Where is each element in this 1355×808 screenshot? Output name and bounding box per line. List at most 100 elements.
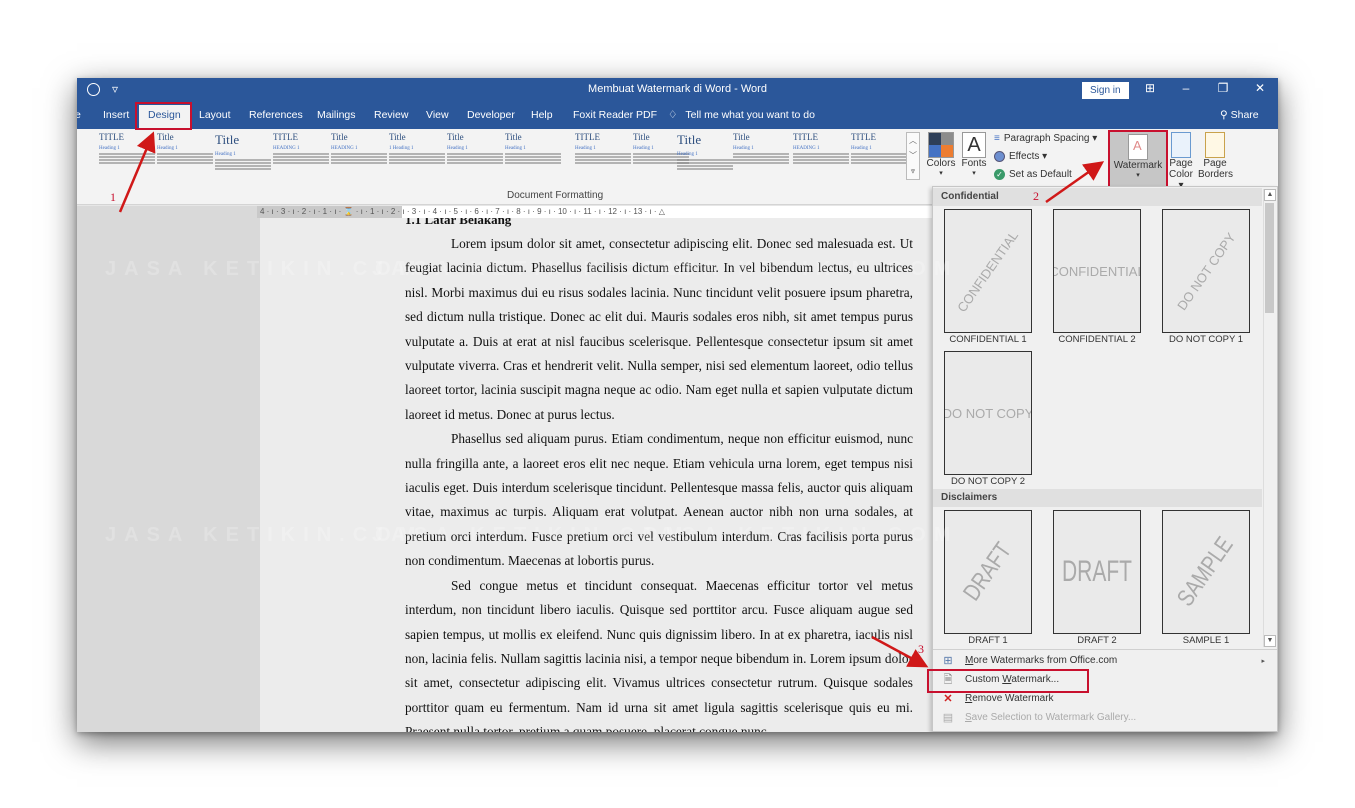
style-set-heading: HEADING 1 bbox=[793, 146, 820, 151]
tab-developer[interactable]: Developer bbox=[467, 109, 515, 121]
page-borders-button[interactable]: Page Borders bbox=[1198, 132, 1233, 180]
ribbon-display-options-icon[interactable]: ⊞ bbox=[1140, 81, 1160, 95]
custom-watermark-menu-item[interactable]: 🗎 Custom Watermark... bbox=[937, 670, 1273, 689]
style-set-item[interactable]: Title Heading 1 bbox=[505, 132, 561, 180]
restore-button[interactable]: ❐ bbox=[1213, 81, 1233, 95]
tab-mailings[interactable]: Mailings bbox=[317, 109, 356, 121]
document-watermark-icon: 🗎 bbox=[943, 673, 953, 686]
horizontal-ruler[interactable]: 4 · ı · 3 · ı · 2 · ı · 1 · ı · ⌛ · ı · … bbox=[257, 206, 933, 218]
style-set-item[interactable]: Title Heading 1 bbox=[733, 132, 789, 180]
style-set-title: TITLE bbox=[851, 132, 876, 142]
watermark-do-not-copy-1[interactable]: DO NOT COPY bbox=[1162, 209, 1250, 333]
style-set-preview-lines bbox=[575, 153, 631, 164]
remove-watermark-label: Remove Watermark bbox=[965, 693, 1054, 704]
style-set-heading: 1 Heading 1 bbox=[389, 146, 414, 151]
style-set-preview-lines bbox=[215, 159, 271, 170]
style-set-title: Title bbox=[447, 132, 464, 142]
style-set-preview-lines bbox=[157, 153, 213, 164]
style-set-title: Title bbox=[157, 132, 174, 142]
style-set-item[interactable]: TITLE Heading 1 bbox=[99, 132, 155, 180]
scroll-up-icon[interactable]: ▲ bbox=[1264, 189, 1276, 201]
watermark-do-not-copy-2[interactable]: DO NOT COPY bbox=[944, 351, 1032, 475]
gallery-more-icon[interactable]: ⩔ bbox=[907, 163, 919, 178]
effects-button[interactable]: Effects ▾ bbox=[994, 151, 1047, 162]
watermark-gallery-menu: Confidential CONFIDENTIAL CONFIDENTIAL 1… bbox=[932, 186, 1278, 732]
document-body[interactable]: 1.1 Latar Belakang Lorem ipsum dolor sit… bbox=[405, 218, 913, 732]
globe-watermark-icon: ⊞ bbox=[943, 654, 953, 667]
page-color-button[interactable]: Page Color ▾ bbox=[1166, 132, 1196, 191]
gallery-scroll-up-icon[interactable]: ︿ bbox=[907, 133, 919, 148]
style-set-title: TITLE bbox=[99, 132, 124, 142]
paragraph-spacing-button[interactable]: ≡ Paragraph Spacing ▾ bbox=[994, 133, 1097, 144]
gallery-scrollbar[interactable]: ▲ ▼ bbox=[1263, 189, 1276, 647]
gallery-scroll-controls[interactable]: ︿ ﹀ ⩔ bbox=[906, 132, 920, 180]
close-button[interactable]: ✕ bbox=[1250, 81, 1270, 95]
style-set-gallery: TITLE Heading 1 Title Heading 1 Title Heading… bbox=[77, 132, 917, 182]
style-set-item[interactable]: TITLE Heading 1 bbox=[575, 132, 631, 180]
document-page[interactable]: 1.1 Latar Belakang Lorem ipsum dolor sit… bbox=[260, 218, 933, 732]
step-3-number: 3 bbox=[918, 642, 924, 656]
watermark-label: DRAFT 2 bbox=[1077, 635, 1117, 646]
style-set-item[interactable]: Title Heading 1 bbox=[447, 132, 503, 180]
page-color-label: Page bbox=[1169, 158, 1193, 169]
page-borders-label: Page bbox=[1203, 158, 1227, 169]
scroll-down-icon[interactable]: ▼ bbox=[1264, 635, 1276, 647]
tell-me-search[interactable]: ♢ Tell me what you want to do bbox=[668, 109, 815, 121]
tab-design[interactable]: Design bbox=[139, 105, 190, 129]
remove-watermark-menu-item[interactable]: ✕ Remove Watermark bbox=[937, 689, 1273, 708]
tab-foxit-reader-pdf[interactable]: Foxit Reader PDF bbox=[573, 109, 657, 121]
set-as-default-button[interactable]: ✓ Set as Default bbox=[994, 169, 1072, 180]
style-set-heading: Heading 1 bbox=[447, 146, 468, 151]
style-set-item[interactable]: Title HEADING 1 bbox=[331, 132, 387, 180]
style-set-item[interactable]: TITLE Heading 1 bbox=[851, 132, 907, 180]
watermark-draft-1[interactable]: DRAFT bbox=[944, 510, 1032, 634]
colors-button[interactable]: Colors ▾ bbox=[925, 132, 957, 177]
minimize-button[interactable]: – bbox=[1176, 81, 1196, 95]
page-borders-icon bbox=[1205, 132, 1225, 158]
fonts-icon: A bbox=[962, 132, 986, 158]
paragraph-1: Lorem ipsum dolor sit amet, consectetur … bbox=[405, 236, 913, 422]
share-button[interactable]: ⚲ Share bbox=[1220, 109, 1259, 121]
tab-references[interactable]: References bbox=[249, 109, 303, 121]
style-set-item[interactable]: Title 1 Heading 1 bbox=[389, 132, 445, 180]
watermark-label: CONFIDENTIAL 1 bbox=[949, 334, 1027, 345]
watermark-label: SAMPLE 1 bbox=[1182, 635, 1230, 646]
style-set-item[interactable]: Title Heading 1 bbox=[677, 132, 733, 180]
watermark-sample-1[interactable]: SAMPLE bbox=[1162, 510, 1250, 634]
tab-insert[interactable]: Insert bbox=[103, 109, 129, 121]
style-set-item[interactable]: Title Heading 1 bbox=[215, 132, 271, 180]
style-set-heading: Heading 1 bbox=[677, 152, 698, 157]
style-set-heading: Heading 1 bbox=[505, 146, 526, 151]
checkmark-icon: ✓ bbox=[994, 169, 1005, 180]
scroll-thumb[interactable] bbox=[1265, 203, 1274, 313]
title-bar: ▿ Membuat Watermark di Word - Word Sign … bbox=[77, 78, 1278, 102]
style-set-title: TITLE bbox=[793, 132, 818, 142]
style-set-item[interactable]: TITLE HEADING 1 bbox=[793, 132, 849, 180]
tab-review[interactable]: Review bbox=[374, 109, 408, 121]
fonts-button[interactable]: A Fonts ▾ bbox=[959, 132, 989, 177]
watermark-preview-text: CONFIDENTIAL bbox=[954, 227, 1022, 315]
sign-in-button[interactable]: Sign in bbox=[1082, 82, 1129, 99]
style-set-item[interactable]: Title Heading 1 bbox=[157, 132, 213, 180]
style-set-preview-lines bbox=[99, 153, 155, 164]
section-confidential: Confidential bbox=[933, 188, 1262, 206]
watermark-confidential-1[interactable]: CONFIDENTIAL bbox=[944, 209, 1032, 333]
remove-watermark-icon: ✕ bbox=[943, 692, 953, 705]
watermark-confidential-2[interactable]: CONFIDENTIAL bbox=[1053, 209, 1141, 333]
section-disclaimers: Disclaimers bbox=[933, 489, 1262, 507]
style-set-item[interactable]: TITLE HEADING 1 bbox=[273, 132, 329, 180]
gallery-scroll-down-icon[interactable]: ﹀ bbox=[907, 148, 919, 163]
tab-view[interactable]: View bbox=[426, 109, 449, 121]
tab-layout[interactable]: Layout bbox=[199, 109, 231, 121]
more-watermarks-menu-item[interactable]: ⊞ More Watermarks from Office.com ▸ bbox=[937, 651, 1273, 670]
tab-home[interactable]: e bbox=[77, 109, 81, 121]
tab-help[interactable]: Help bbox=[531, 109, 553, 121]
watermark-preview-text: SAMPLE bbox=[1172, 532, 1239, 612]
watermark-preview-text: CONFIDENTIAL bbox=[1053, 263, 1141, 279]
lightbulb-icon: ♢ bbox=[668, 109, 678, 121]
watermark-draft-2[interactable]: DRAFT bbox=[1053, 510, 1141, 634]
watermark-button[interactable]: A Watermark ▾ bbox=[1110, 132, 1166, 186]
style-set-title: TITLE bbox=[273, 132, 298, 142]
style-set-heading: HEADING 1 bbox=[273, 146, 300, 151]
tell-me-placeholder: Tell me what you want to do bbox=[685, 109, 815, 121]
